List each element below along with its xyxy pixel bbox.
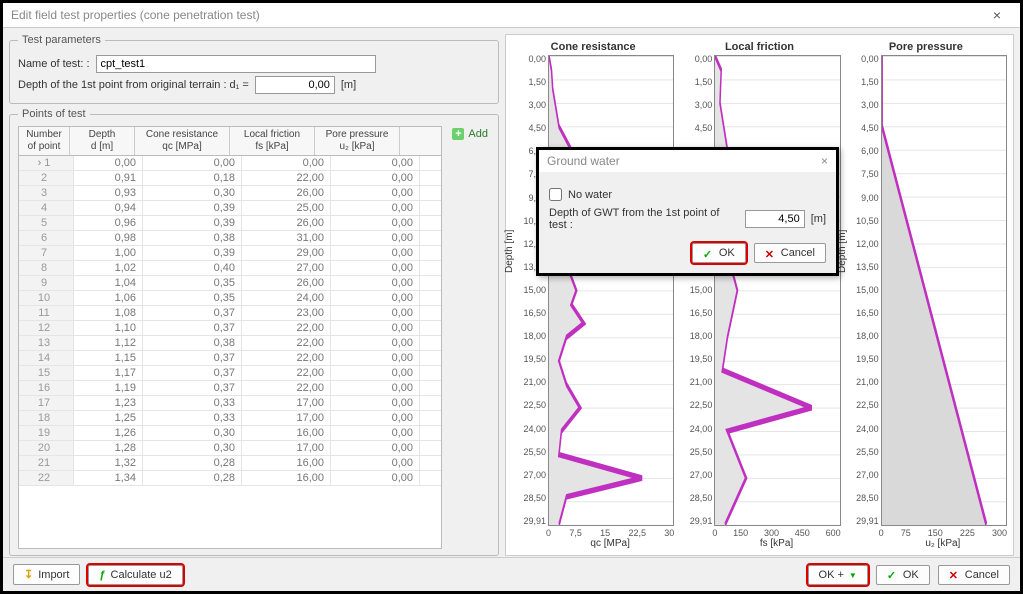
- checkbox-no-water[interactable]: [549, 188, 562, 201]
- import-button[interactable]: Import: [13, 564, 80, 585]
- footer: Import Calculate u2 OK + OK Cancel: [3, 557, 1020, 591]
- chart-title: Local friction: [678, 41, 840, 53]
- table-row[interactable]: 161,190,3722,000,00: [19, 381, 441, 396]
- window-title: Edit field test properties (cone penetra…: [11, 8, 260, 22]
- import-icon: [24, 568, 33, 581]
- th-friction: Local frictionfs [kPa]: [230, 127, 315, 155]
- charts-panel: Cone resistance Depth [m] 0,001,503,004,…: [505, 34, 1014, 556]
- table-row[interactable]: 211,320,2816,000,00: [19, 456, 441, 471]
- x-axis-ticks: 075150225300: [879, 528, 1007, 538]
- table-row[interactable]: 81,020,4027,000,00: [19, 261, 441, 276]
- table-row[interactable]: 141,150,3722,000,00: [19, 351, 441, 366]
- label-depth-first-point: Depth of the 1st point from original ter…: [18, 79, 249, 91]
- chart-title: Pore pressure: [845, 41, 1007, 53]
- chart-cone-resistance: Cone resistance Depth [m] 0,001,503,004,…: [512, 41, 674, 549]
- table-row[interactable]: 20,910,1822,000,00: [19, 171, 441, 186]
- plot-area: [548, 55, 674, 526]
- legend-points: Points of test: [18, 108, 90, 120]
- y-axis-ticks: 0,001,503,004,506,007,509,0010,5012,0013…: [845, 55, 881, 526]
- table-row[interactable]: 30,930,3026,000,00: [19, 186, 441, 201]
- table-row[interactable]: 131,120,3822,000,00: [19, 336, 441, 351]
- points-table: Numberof point Depthd [m] Cone resistanc…: [18, 126, 442, 549]
- table-row[interactable]: 121,100,3722,000,00: [19, 321, 441, 336]
- ok-button[interactable]: OK: [692, 243, 746, 263]
- legend-test-params: Test parameters: [18, 34, 105, 46]
- ok-button[interactable]: OK: [876, 565, 930, 585]
- table-row[interactable]: 201,280,3017,000,00: [19, 441, 441, 456]
- plot-area: [881, 55, 1007, 526]
- th-pore: Pore pressureu₂ [kPa]: [315, 127, 400, 155]
- fieldset-test-params: Test parameters Name of test: : Depth of…: [9, 34, 499, 104]
- table-row[interactable]: 221,340,2816,000,00: [19, 471, 441, 486]
- plus-icon: +: [452, 128, 464, 140]
- x-axis-ticks: 07,51522,530: [546, 528, 674, 538]
- input-gwt-depth[interactable]: [745, 210, 805, 228]
- titlebar: Edit field test properties (cone penetra…: [3, 3, 1020, 28]
- input-depth-first-point[interactable]: [255, 76, 335, 94]
- table-row[interactable]: 111,080,3723,000,00: [19, 306, 441, 321]
- table-row[interactable]: 50,960,3926,000,00: [19, 216, 441, 231]
- table-row[interactable]: 181,250,3317,000,00: [19, 411, 441, 426]
- th-number: Numberof point: [19, 127, 70, 155]
- chart-local-friction: Local friction Depth [m] 0,001,503,004,5…: [678, 41, 840, 549]
- calculate-u2-button[interactable]: Calculate u2: [88, 565, 182, 585]
- table-row[interactable]: 60,980,3831,000,00: [19, 231, 441, 246]
- table-row[interactable]: 191,260,3016,000,00: [19, 426, 441, 441]
- cancel-button[interactable]: Cancel: [938, 565, 1010, 585]
- chart-title: Cone resistance: [512, 41, 674, 53]
- x-axis-label: fs [kPa]: [712, 538, 840, 549]
- check-icon: [703, 248, 714, 259]
- dialog-ground-water: Ground water × No water Depth of GWT fro…: [536, 147, 839, 276]
- check-icon: [887, 569, 898, 580]
- y-axis-label: Depth [m]: [504, 229, 515, 272]
- unit-depth: [m]: [341, 79, 356, 91]
- table-row[interactable]: 101,060,3524,000,00: [19, 291, 441, 306]
- modal-title: Ground water: [547, 154, 620, 168]
- y-axis-ticks: 0,001,503,004,506,007,509,0010,5012,0013…: [512, 55, 548, 526]
- cancel-button[interactable]: Cancel: [754, 243, 826, 263]
- label-gwt-depth: Depth of GWT from the 1st point of test …: [549, 207, 739, 231]
- chart-pore-pressure: Pore pressure Depth [m] 0,001,503,004,50…: [845, 41, 1007, 549]
- y-axis-ticks: 0,001,503,004,506,007,509,0010,5012,0013…: [678, 55, 714, 526]
- add-label: Add: [468, 128, 488, 140]
- chevron-down-icon: [849, 569, 857, 581]
- table-body[interactable]: 10,000,000,000,0020,910,1822,000,0030,93…: [19, 156, 441, 548]
- th-depth: Depthd [m]: [70, 127, 135, 155]
- unit-gwt: [m]: [811, 213, 826, 225]
- x-axis-ticks: 0150300450600: [712, 528, 840, 538]
- table-header: Numberof point Depthd [m] Cone resistanc…: [19, 127, 441, 156]
- fieldset-points: Points of test Numberof point Depthd [m]…: [9, 108, 499, 556]
- input-test-name[interactable]: [96, 55, 376, 73]
- table-row[interactable]: 40,940,3925,000,00: [19, 201, 441, 216]
- x-icon: [765, 248, 776, 259]
- x-icon: [949, 569, 960, 580]
- th-cone: Cone resistanceqc [MPa]: [135, 127, 230, 155]
- table-row[interactable]: 91,040,3526,000,00: [19, 276, 441, 291]
- x-axis-label: u₂ [kPa]: [879, 538, 1007, 549]
- label-no-water: No water: [568, 189, 612, 201]
- label-test-name: Name of test: :: [18, 58, 90, 70]
- plot-area: [714, 55, 840, 526]
- add-button[interactable]: + Add: [450, 126, 490, 142]
- ok-plus-button[interactable]: OK +: [808, 565, 868, 585]
- table-row[interactable]: 10,000,000,000,00: [19, 156, 441, 171]
- table-row[interactable]: 171,230,3317,000,00: [19, 396, 441, 411]
- close-icon[interactable]: ×: [821, 154, 828, 168]
- close-icon[interactable]: ×: [982, 7, 1012, 23]
- table-row[interactable]: 71,000,3929,000,00: [19, 246, 441, 261]
- dialog-edit-field-test: Edit field test properties (cone penetra…: [0, 0, 1023, 594]
- function-icon: [99, 569, 105, 581]
- table-row[interactable]: 151,170,3722,000,00: [19, 366, 441, 381]
- x-axis-label: qc [MPa]: [546, 538, 674, 549]
